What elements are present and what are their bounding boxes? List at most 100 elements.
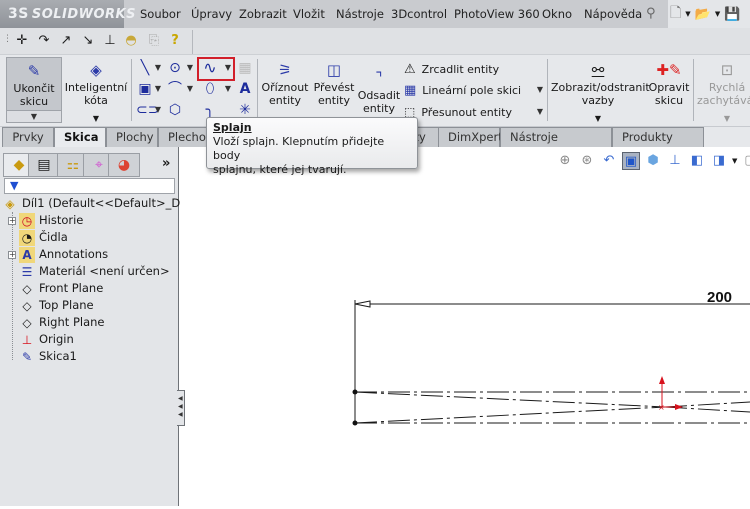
- centerline-diagonal-1[interactable]: [354, 391, 666, 408]
- tab-plochy[interactable]: Plochy: [106, 127, 158, 147]
- arrow-down-right-icon[interactable]: ↘: [80, 33, 96, 49]
- view-orientation-icon[interactable]: ⬢: [644, 152, 662, 170]
- open-folder-icon[interactable]: 📂: [695, 7, 711, 22]
- chevron-down-icon[interactable]: ▼: [154, 101, 162, 119]
- polygon-icon[interactable]: ⬡: [166, 101, 184, 119]
- ellipse-icon[interactable]: ⬯: [201, 80, 219, 98]
- menu-vlozit[interactable]: Vložit: [293, 0, 325, 28]
- tree-item-cidla[interactable]: ◔ Čidla: [19, 229, 68, 246]
- tree-item-material[interactable]: ☰ Materiál <není určen>: [19, 263, 170, 280]
- chevron-down-icon[interactable]: ▼: [536, 81, 544, 99]
- display-style-icon[interactable]: ⊥: [666, 152, 684, 170]
- graphics-area[interactable]: 200 ×: [180, 147, 750, 506]
- chevron-down-icon[interactable]: ▼: [685, 10, 690, 18]
- centerline-diagonal-2[interactable]: [354, 406, 666, 424]
- mirror-entities-button[interactable]: ⚠ Zrcadlit entity: [404, 60, 499, 78]
- relations-icon: ⚯: [591, 61, 605, 79]
- save-icon[interactable]: 💾: [724, 7, 740, 22]
- chevron-down-icon[interactable]: ▼: [154, 59, 162, 77]
- dome-icon[interactable]: ◓: [123, 33, 139, 49]
- trim-icon: ⚞: [278, 61, 292, 79]
- panel-collapse-handle[interactable]: ◀ ◀ ◀: [177, 390, 185, 426]
- smart-dimension-button[interactable]: ◈ Inteligentní kóta ▼: [64, 57, 128, 123]
- edit-appearance-icon[interactable]: ◨: [710, 152, 728, 170]
- chevron-down-icon[interactable]: ▼: [154, 80, 162, 98]
- arrow-up-right-icon[interactable]: ↗: [58, 33, 74, 49]
- linear-pattern-button[interactable]: ▦ Lineární pole skici: [404, 81, 521, 99]
- rotate-arrow-icon[interactable]: ↷: [36, 33, 52, 49]
- hide-show-icon[interactable]: ◧: [688, 152, 706, 170]
- arc-icon[interactable]: ⌒: [166, 80, 184, 98]
- trim-entities-button[interactable]: ⚞ Oříznout entity: [260, 57, 310, 123]
- linear-pattern-icon: ▦: [404, 82, 417, 98]
- tree-item-origin[interactable]: ⊥ Origin: [19, 331, 74, 348]
- zoom-to-fit-icon[interactable]: ⊕: [556, 152, 574, 170]
- menu-zobrazit[interactable]: Zobrazit: [239, 0, 287, 28]
- menu-okno[interactable]: Okno: [542, 0, 572, 28]
- chevron-down-icon[interactable]: ▼: [224, 80, 232, 98]
- menu-napoveda[interactable]: Nápověda: [584, 0, 642, 28]
- chevron-down-icon[interactable]: ▼: [551, 112, 645, 125]
- chevron-down-icon[interactable]: ▼: [732, 157, 737, 165]
- display-delete-relations-button[interactable]: ⚯ Zobrazit/odstranit vazby ▼: [551, 57, 650, 125]
- help-icon[interactable]: ?: [167, 33, 183, 49]
- menu-photoview[interactable]: PhotoView 360: [454, 0, 540, 28]
- menu-nastroje[interactable]: Nástroje: [336, 0, 384, 28]
- slot-icon[interactable]: ⊂⊃: [136, 101, 159, 119]
- menu-soubor[interactable]: Soubor: [140, 0, 181, 28]
- menu-3dcontrol[interactable]: 3Dcontrol: [391, 0, 447, 28]
- previous-view-icon[interactable]: ↶: [600, 152, 618, 170]
- more-tabs-button[interactable]: »: [162, 156, 170, 171]
- scene-icon[interactable]: ▢: [741, 152, 750, 170]
- tree-item-front-plane[interactable]: ◇ Front Plane: [19, 280, 103, 297]
- sketch-point[interactable]: [352, 389, 358, 395]
- tree-item-skica1[interactable]: ✎ Skica1: [19, 348, 77, 365]
- tree-item-annotations[interactable]: A Annotations: [19, 246, 108, 263]
- display-manager-icon[interactable]: ◕: [108, 153, 140, 177]
- filter-input[interactable]: ▼: [4, 178, 175, 194]
- expand-icon[interactable]: +: [8, 217, 16, 225]
- property-manager-icon[interactable]: ▤: [28, 153, 60, 177]
- chevron-down-icon[interactable]: ▼: [186, 80, 194, 98]
- zoom-to-area-icon[interactable]: ⊛: [578, 152, 596, 170]
- solidworks-logo[interactable]: 3S SOLIDWORKS: [0, 0, 135, 28]
- section-view-icon[interactable]: ▣: [622, 152, 640, 170]
- exit-sketch-button[interactable]: ✎ Ukončit skicu ▼: [6, 57, 62, 123]
- tab-dimxpert[interactable]: DimXpert: [438, 127, 503, 147]
- pushpin-icon[interactable]: ⚲: [646, 6, 656, 21]
- chevron-down-icon[interactable]: ▼: [186, 59, 194, 77]
- baseline-icon[interactable]: ⊥: [102, 33, 118, 49]
- repair-sketch-button[interactable]: ✚✎ Opravit skicu: [646, 57, 692, 123]
- line-icon[interactable]: ╲: [136, 59, 154, 77]
- toolbar-grip[interactable]: ⋮: [3, 34, 12, 44]
- rectangle-icon[interactable]: ▣: [136, 80, 154, 98]
- new-document-icon[interactable]: 🗋: [670, 2, 681, 26]
- tab-prvky[interactable]: Prvky: [2, 127, 54, 147]
- chevron-down-icon[interactable]: ▼: [697, 112, 750, 125]
- chevron-down-icon[interactable]: ▼: [536, 103, 544, 121]
- relations-label: Zobrazit/odstranit: [551, 81, 650, 94]
- sketch-point[interactable]: [352, 420, 358, 426]
- menu-upravy[interactable]: Úpravy: [191, 0, 232, 28]
- tab-skica[interactable]: Skica: [54, 127, 106, 148]
- chevron-down-icon[interactable]: ▼: [715, 10, 720, 18]
- text-icon[interactable]: A: [236, 80, 254, 98]
- quick-snaps-button[interactable]: ⊡ Rychlá zachytávání ▼: [697, 57, 750, 123]
- tab-render-tools[interactable]: Nástroje rendrování: [500, 127, 612, 163]
- dimension-value[interactable]: 200: [707, 289, 732, 306]
- tree-item-top-plane[interactable]: ◇ Top Plane: [19, 297, 93, 314]
- circle-icon[interactable]: ⊙: [166, 59, 184, 77]
- chevron-down-icon[interactable]: ▼: [7, 110, 61, 122]
- tree-item-right-plane[interactable]: ◇ Right Plane: [19, 314, 104, 331]
- move-entities-button[interactable]: ⬚ Přesunout entity: [404, 103, 512, 121]
- convert-entities-button[interactable]: ◫ Převést entity: [311, 57, 357, 123]
- tooltip-text-line-1: Vloží splajn. Klepnutím přidejte body: [213, 135, 385, 162]
- sensors-icon: ◔: [19, 229, 35, 246]
- expand-icon[interactable]: +: [8, 251, 16, 259]
- tab-plechove[interactable]: Plechov: [158, 127, 213, 147]
- tree-root[interactable]: ◈ Díl1 (Default<<Default>_Displa: [2, 195, 207, 212]
- point-snap-icon[interactable]: ✛: [14, 33, 30, 49]
- chevron-down-icon[interactable]: ▼: [64, 112, 128, 125]
- tab-office-products[interactable]: Produkty Office: [612, 127, 704, 163]
- tree-item-historie[interactable]: ◷ Historie: [19, 212, 83, 229]
